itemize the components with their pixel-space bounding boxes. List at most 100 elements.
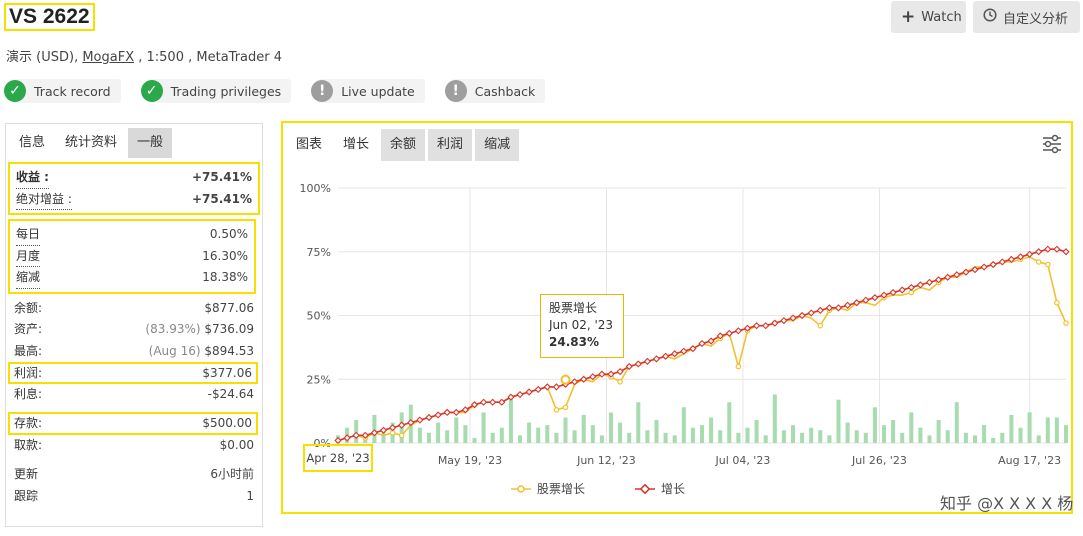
growth-point bbox=[780, 316, 788, 325]
equity-pct: (83.93%) bbox=[145, 322, 201, 336]
watermark: 知乎 @X X X X 杨 bbox=[940, 494, 1074, 513]
daily-bar bbox=[599, 435, 604, 443]
equity-point bbox=[617, 379, 623, 385]
daily-bar bbox=[627, 432, 632, 443]
plus-icon: + bbox=[901, 7, 916, 27]
daily-bar bbox=[699, 425, 705, 443]
badge-cashback[interactable]: ! Cashback bbox=[444, 79, 546, 103]
growth-point bbox=[916, 281, 925, 289]
legend-label: 增长 bbox=[661, 482, 686, 496]
daily-bar bbox=[436, 422, 441, 443]
daily-bar bbox=[690, 427, 695, 443]
highest-value: $894.53 bbox=[204, 343, 254, 358]
growth-point bbox=[543, 383, 551, 391]
daily-bar bbox=[563, 417, 568, 443]
tab-general[interactable]: 一般 bbox=[128, 128, 173, 158]
deposits-group: 存款: $500.00 bbox=[8, 411, 258, 435]
highest-label: 最高: bbox=[14, 343, 43, 358]
daily-bar bbox=[663, 432, 668, 443]
chart-settings-icon[interactable] bbox=[1041, 133, 1063, 155]
growth-point bbox=[452, 408, 460, 417]
daily-bar bbox=[1000, 432, 1005, 443]
exclamation-icon: ! bbox=[444, 80, 467, 102]
balance-row: 余额: $877.06 bbox=[6, 298, 262, 320]
profit-label: 利润: bbox=[14, 366, 43, 380]
tab-growth[interactable]: 增长 bbox=[334, 129, 379, 161]
chart-tabs: 图表 增长 余额 利润 缩减 bbox=[287, 129, 520, 161]
growth-chart[interactable]: 0%25%50%75%100%May 19, '23 Jun 12, '23 Jul… bbox=[283, 173, 1071, 473]
daily-bar bbox=[836, 399, 841, 443]
start-date-label: Apr 28, '23 bbox=[303, 444, 373, 472]
equity-point bbox=[1044, 261, 1051, 268]
growth-point bbox=[807, 309, 815, 317]
chart-panel: 图表 增长 余额 利润 缩减 0% 25% 50% 75% 100% May 19, '2… bbox=[281, 121, 1073, 514]
abs-gain-row: 绝对增益 : +75.41% bbox=[10, 189, 258, 210]
growth-point bbox=[425, 413, 433, 422]
watch-button[interactable]: + Watch bbox=[891, 1, 966, 33]
equity-row: 资产: (83.93%) $736.09 bbox=[6, 319, 262, 341]
legend-growth[interactable]: 增长 bbox=[635, 480, 685, 497]
daily-bar bbox=[954, 402, 959, 443]
legend-label: 股票增长 bbox=[537, 482, 586, 496]
drawdown-row: 缩减 18.38% bbox=[10, 267, 254, 289]
daily-bar bbox=[1036, 435, 1041, 443]
tooltip-point bbox=[560, 374, 571, 385]
badge-track-record[interactable]: ✓ Track record bbox=[4, 79, 121, 103]
growth-point bbox=[907, 283, 915, 292]
chart-legend: 股票增长 增长 bbox=[511, 480, 685, 497]
legend-equity-growth[interactable]: 股票增长 bbox=[511, 480, 585, 497]
equity-label: 资产: bbox=[14, 322, 43, 336]
daily-bar bbox=[872, 407, 877, 443]
daily-bar bbox=[763, 435, 768, 443]
daily-bar bbox=[426, 432, 432, 443]
growth-point bbox=[489, 398, 497, 406]
badge-label: Trading privileges bbox=[170, 83, 282, 99]
withdrawals-value: $0.00 bbox=[219, 437, 254, 452]
exclamation-icon: ! bbox=[311, 80, 334, 102]
x-tick-label: May 19, '23 bbox=[438, 454, 502, 467]
growth-point bbox=[552, 383, 561, 391]
gain-row: 收益 : +75.41% bbox=[10, 167, 258, 189]
tab-balance[interactable]: 余额 bbox=[381, 129, 426, 161]
abs-gain-value: +75.41% bbox=[191, 191, 252, 206]
daily-bar bbox=[891, 420, 896, 443]
badge-live-update[interactable]: ! Live update bbox=[311, 79, 425, 103]
daily-bar bbox=[672, 435, 677, 443]
tab-chart[interactable]: 图表 bbox=[287, 129, 332, 161]
tab-statistics[interactable]: 统计资料 bbox=[56, 128, 127, 158]
growth-point bbox=[762, 322, 770, 330]
daily-bar bbox=[945, 430, 950, 443]
growth-point bbox=[925, 278, 934, 286]
daily-bar bbox=[936, 420, 941, 443]
x-tick-label: Jun 12, '23 bbox=[576, 454, 636, 467]
growth-point bbox=[734, 327, 743, 335]
custom-analysis-button[interactable]: 自定义分析 bbox=[973, 1, 1080, 33]
equity-point bbox=[398, 432, 405, 439]
tab-drawdown[interactable]: 缩减 bbox=[475, 129, 520, 161]
tab-profit[interactable]: 利润 bbox=[428, 129, 473, 161]
clock-icon bbox=[983, 8, 997, 26]
leverage: , 1:500 , bbox=[138, 50, 193, 65]
badge-trading-privileges[interactable]: ✓ Trading privileges bbox=[140, 79, 292, 103]
balance-label: 余额: bbox=[14, 300, 43, 315]
daily-bar bbox=[736, 432, 741, 443]
growth-point bbox=[1044, 245, 1052, 253]
daily-bar bbox=[636, 402, 641, 443]
growth-point bbox=[989, 260, 997, 269]
abs-gain-label: 绝对增益 : bbox=[16, 189, 72, 210]
stats-panel: 信息 统计资料 一般 收益 : +75.41% 绝对增益 : +75.41% 每… bbox=[5, 123, 263, 527]
tracking-row: 跟踪 1 bbox=[6, 486, 262, 508]
broker-link[interactable]: MogaFX bbox=[82, 50, 134, 65]
equity-value: $736.09 bbox=[204, 322, 254, 336]
monthly-value: 16.30% bbox=[202, 248, 248, 263]
highest-row: 最高: (Aug 16) $894.53 bbox=[6, 341, 262, 363]
daily-bar bbox=[1063, 425, 1069, 443]
watch-label: Watch bbox=[921, 9, 962, 25]
growth-point bbox=[589, 373, 597, 381]
profit-row: 利润: $377.06 bbox=[10, 364, 256, 382]
x-tick-label: Jul 04, '23 bbox=[715, 454, 771, 467]
tab-info[interactable]: 信息 bbox=[10, 128, 55, 158]
daily-bar bbox=[472, 437, 477, 443]
daily-bar bbox=[1009, 414, 1014, 443]
daily-bar bbox=[709, 417, 714, 443]
